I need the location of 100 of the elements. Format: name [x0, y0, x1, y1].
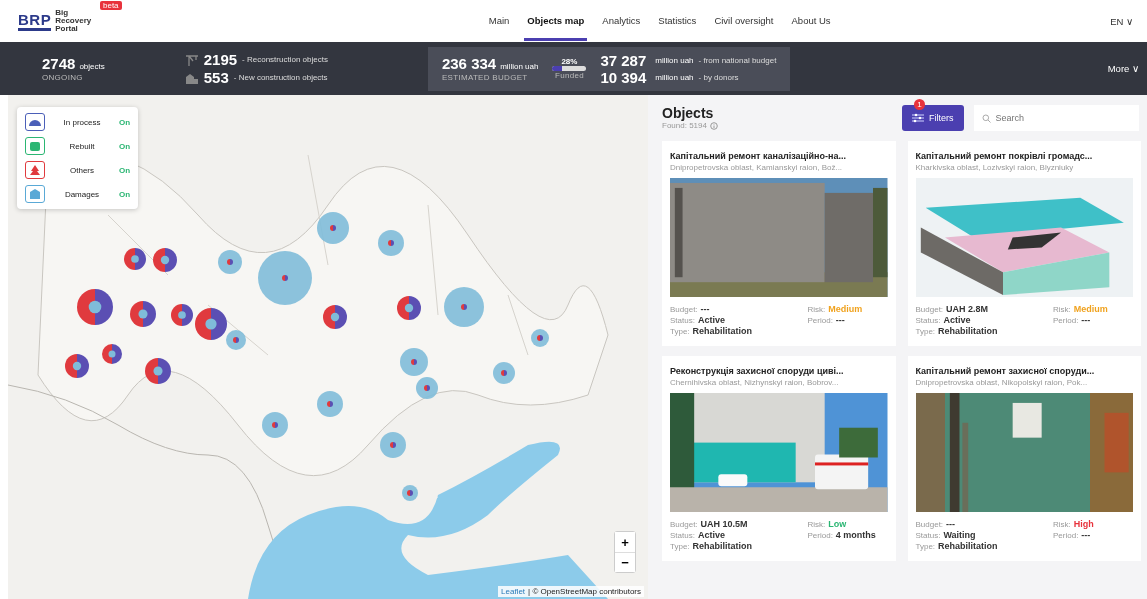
cluster-marker[interactable]	[195, 308, 227, 340]
cluster-marker[interactable]	[262, 412, 288, 438]
cluster-marker[interactable]	[323, 305, 347, 329]
nav-tab[interactable]: Analytics	[599, 1, 644, 41]
field-label: Type:	[915, 542, 936, 551]
cluster-marker[interactable]	[102, 344, 122, 364]
legend-label: In process	[62, 117, 102, 127]
legend-label: Rebuilt	[68, 141, 96, 151]
legend-icon	[25, 113, 45, 131]
stat-unit: million uah	[655, 55, 694, 65]
stat-value: 236 334	[441, 55, 497, 72]
field-value: Medium	[828, 304, 863, 314]
field-value: 4 months	[835, 530, 876, 540]
stat-unit: objects	[79, 62, 105, 71]
card-location: Chernihivska oblast, Nizhynskyi raion, Bobrov...	[670, 378, 840, 387]
stat-value: 553	[203, 69, 229, 86]
stat-caption: - from national budget	[698, 55, 777, 65]
cluster-marker[interactable]	[130, 301, 156, 327]
cluster-marker[interactable]	[402, 485, 418, 501]
field-value: Rehabilitation	[938, 326, 998, 336]
field-value: High	[1073, 519, 1094, 529]
cluster-marker[interactable]	[171, 304, 193, 326]
object-card[interactable]: Капітальний ремонт захисної споруди... Dnipropetrovska oblast, Nikopolskyi raion, Pok... Budget: --- Risk: High Status: Waiting Period: --- Type: Rehabilitation	[907, 356, 1141, 561]
field-value: ---	[1081, 315, 1091, 325]
panel-title: Objects	[662, 105, 715, 121]
legend-icon	[25, 137, 45, 155]
field-label: Budget:	[670, 305, 698, 314]
card-location: Dnipropetrovska oblast, Nikopolskyi raion, Pok...	[915, 378, 1089, 387]
card-location: Dnipropetrovska oblast, Kamianskyi raion, Bož...	[670, 163, 844, 172]
cluster-marker[interactable]	[416, 377, 438, 399]
field-value: Active	[943, 315, 971, 325]
zoom-out-button[interactable]: −	[615, 552, 635, 572]
card-title: Капітальний ремонт захисної споруди...	[915, 366, 1096, 376]
stat-caption: ESTIMATED BUDGET	[441, 73, 529, 82]
field-value: Waiting	[943, 530, 976, 540]
field-label: Risk:	[1053, 305, 1071, 314]
field-value: Medium	[1073, 304, 1108, 314]
field-label: Type:	[670, 542, 690, 551]
cluster-marker[interactable]	[317, 212, 349, 244]
field-value: Active	[697, 530, 725, 540]
field-value: UAH 2.8M	[946, 304, 989, 314]
search-icon	[981, 114, 991, 123]
stat-caption: - New construction objects	[233, 73, 328, 82]
stat-caption: Funded	[554, 71, 584, 80]
cluster-marker[interactable]	[317, 391, 343, 417]
cluster-marker[interactable]	[400, 348, 428, 376]
nav-tab[interactable]: About Us	[788, 1, 834, 41]
cluster-marker[interactable]	[226, 330, 246, 350]
cluster-marker[interactable]	[397, 296, 421, 320]
cluster-marker[interactable]	[124, 248, 146, 270]
more-dropdown[interactable]: More ∨	[1107, 63, 1139, 74]
search-field[interactable]: Search	[973, 105, 1139, 131]
cluster-marker[interactable]	[153, 248, 177, 272]
field-label: Period:	[807, 316, 833, 325]
field-value: ---	[835, 315, 845, 325]
attribution-text: | © OpenStreetMap contributors	[528, 587, 641, 596]
field-label: Budget:	[915, 520, 944, 529]
stat-unit: million uah	[655, 72, 694, 82]
cluster-marker[interactable]	[444, 287, 484, 327]
field-value: Low	[828, 519, 847, 529]
object-card[interactable]: Реконструкція захисної споруди циві... Chernihivska oblast, Nizhynskyi raion, Bobrov... Budget: UAH 10.5M Risk: Low Status: Active Period: 4 months Type: Rehabilitation	[662, 356, 896, 561]
field-value: Rehabilitation	[938, 541, 998, 551]
legend-label: Others	[69, 165, 95, 175]
field-label: Period:	[807, 531, 833, 540]
object-card[interactable]: Капітальний ремонт покрівлі громадс... Kharkivska oblast, Lozivskyi raion, Blyzniuky Budget: UAH 2.8M Risk: Medium Status: Active Period: --- Type: Rehabilitation	[907, 141, 1141, 346]
found-count: Found: 5194	[662, 121, 707, 130]
stat-caption: - by donors	[698, 72, 739, 82]
field-label: Period:	[1053, 316, 1079, 325]
filter-count-badge: 1	[914, 99, 925, 110]
cluster-marker[interactable]	[77, 289, 113, 325]
logo-mark[interactable]: BRP	[18, 11, 52, 31]
cluster-marker[interactable]	[258, 251, 312, 305]
field-value: ---	[946, 519, 956, 529]
field-label: Budget:	[670, 520, 698, 529]
field-value: Rehabilitation	[692, 326, 753, 336]
gauge-percent: 28%	[561, 57, 578, 66]
nav-tab[interactable]: Main	[485, 1, 513, 41]
field-label: Budget:	[915, 305, 944, 314]
field-value: Rehabilitation	[692, 541, 753, 551]
crane-icon	[184, 53, 199, 66]
cluster-marker[interactable]	[493, 362, 515, 384]
legend-icon	[25, 161, 45, 179]
stat-value: 37 287	[600, 51, 647, 69]
logo-text: Big Recovery Portal	[55, 9, 93, 33]
nav-tab[interactable]: Civil oversight	[711, 1, 777, 41]
cluster-marker[interactable]	[531, 329, 549, 347]
cluster-marker[interactable]	[65, 354, 89, 378]
field-label: Status:	[670, 531, 695, 540]
leaflet-link[interactable]: Leaflet	[501, 587, 526, 596]
stat-value: 2748	[42, 55, 76, 72]
stat-caption: ONGOING	[42, 73, 84, 82]
cluster-marker[interactable]	[218, 250, 242, 274]
filter-icon	[912, 113, 924, 123]
cluster-marker[interactable]	[378, 230, 404, 256]
object-card[interactable]: Капітальний ремонт каналізаційно-на... Dnipropetrovska oblast, Kamianskyi raion, Bož... Budget: --- Risk: Medium Status: Active Period: --- Type: Rehabilitation	[662, 141, 896, 346]
cluster-marker[interactable]	[145, 358, 171, 384]
language-selector[interactable]: EN ∨	[1110, 15, 1133, 27]
nav-tab[interactable]: Statistics	[655, 1, 700, 41]
field-label: Status:	[915, 316, 941, 325]
cluster-marker[interactable]	[380, 432, 406, 458]
